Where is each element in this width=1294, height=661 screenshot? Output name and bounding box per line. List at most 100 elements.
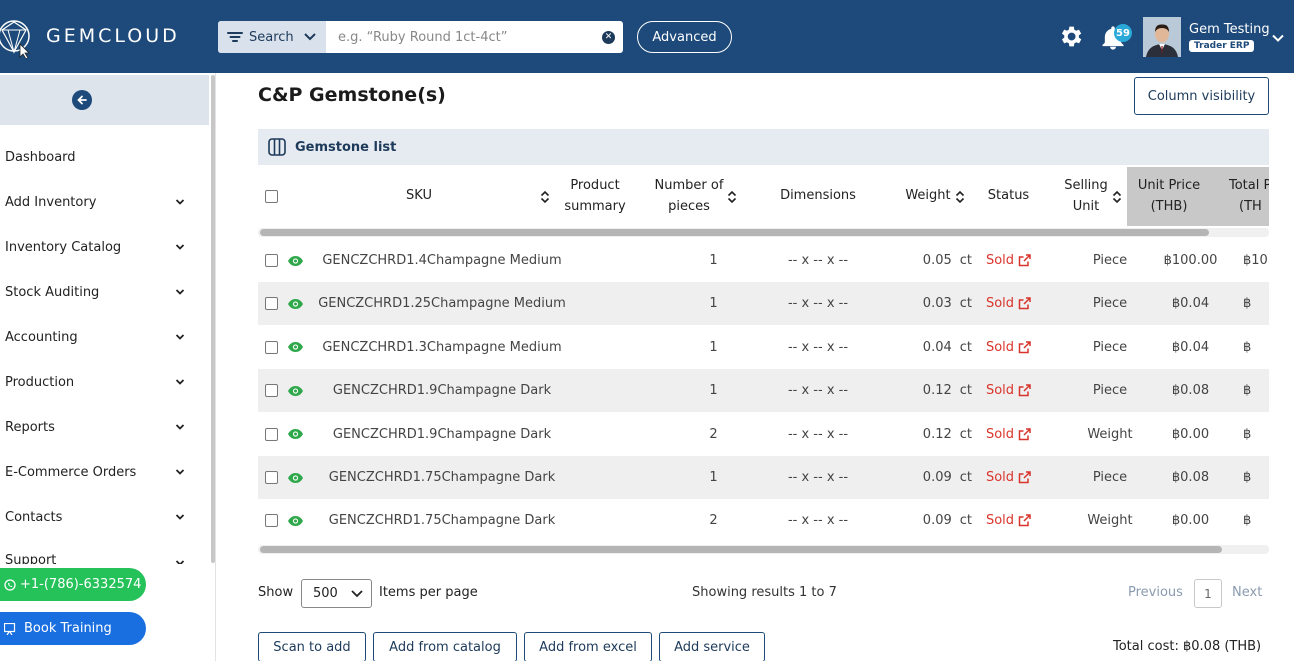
search-type-dropdown[interactable]: Search <box>218 21 326 53</box>
row-weight-unit: ct <box>959 339 972 355</box>
col-sku[interactable]: SKU <box>304 167 550 226</box>
sidebar-item-accounting[interactable]: Accounting <box>5 325 185 349</box>
row-checkbox[interactable] <box>265 384 278 398</box>
add-from-catalog-button[interactable]: Add from catalog <box>373 632 517 661</box>
row-checkbox[interactable] <box>265 471 278 484</box>
row-unit-price: ฿0.00 <box>1171 426 1210 442</box>
row-total-price: ฿ <box>1243 383 1252 399</box>
table-row[interactable]: GENCZCHRD1.75Champagne Dark 2 -- x -- x --… <box>258 499 1269 542</box>
col-dimensions[interactable]: Dimensions <box>763 167 873 226</box>
sidebar-header <box>0 75 209 125</box>
gear-icon[interactable] <box>1057 23 1084 50</box>
status-badge[interactable]: Sold <box>986 340 1031 355</box>
advanced-search-button[interactable]: Advanced <box>637 21 732 53</box>
col-unit-price[interactable]: Unit Price (THB) <box>1127 167 1211 226</box>
page-number-button[interactable]: 1 <box>1194 579 1222 608</box>
sidebar-item-add-inventory[interactable]: Add Inventory <box>5 190 185 214</box>
status-badge[interactable]: Sold <box>986 470 1031 485</box>
column-visibility-button[interactable]: Column visibility <box>1134 77 1269 115</box>
columns-icon[interactable] <box>268 138 286 156</box>
row-checkbox[interactable] <box>265 340 278 354</box>
add-from-excel-button[interactable]: Add from excel <box>524 632 652 661</box>
col-total-price[interactable]: Total P (TH <box>1211 167 1269 226</box>
sort-icon[interactable] <box>955 190 965 204</box>
col-selling-unit-line1: Selling <box>1064 178 1108 194</box>
col-pieces[interactable]: Number of pieces <box>646 167 746 226</box>
next-page-button[interactable]: Next <box>1232 585 1262 600</box>
sort-icon[interactable] <box>727 190 737 204</box>
row-checkbox[interactable] <box>265 427 278 441</box>
sort-icon[interactable] <box>1112 190 1122 204</box>
row-selling-unit: Weight <box>1087 426 1133 442</box>
sidebar-item-contacts[interactable]: Contacts <box>5 505 185 529</box>
eye-icon[interactable] <box>287 298 304 310</box>
clear-icon[interactable]: ✕ <box>602 30 615 44</box>
sidebar-item-inventory-catalog[interactable]: Inventory Catalog <box>5 235 185 259</box>
table-row[interactable]: GENCZCHRD1.25Champagne Medium 1 -- x -- x … <box>258 282 1269 326</box>
add-service-button[interactable]: Add service <box>659 632 765 661</box>
logo-text: GEMCLOUD <box>46 25 180 47</box>
col-dimensions-label: Dimensions <box>780 188 856 204</box>
chevron-down-icon[interactable] <box>1271 31 1285 45</box>
table-scrollbar-bottom[interactable] <box>260 546 1222 553</box>
back-arrow-icon[interactable] <box>72 90 92 110</box>
page-title: C&P Gemstone(s) <box>258 84 446 106</box>
book-training-button[interactable]: Book Training <box>0 612 146 645</box>
table-row[interactable]: GENCZCHRD1.9Champagne Dark 1 -- x -- x -- 0… <box>258 369 1269 413</box>
select-all-checkbox[interactable] <box>265 190 278 203</box>
gem-logo-icon <box>0 20 30 58</box>
scan-to-add-button[interactable]: Scan to add <box>258 632 366 661</box>
search-input[interactable] <box>326 22 602 52</box>
row-checkbox[interactable] <box>265 254 278 267</box>
status-label: Sold <box>985 426 1015 442</box>
table-scrollbar-top[interactable] <box>260 229 1209 236</box>
table-row[interactable]: GENCZCHRD1.4Champagne Medium 1 -- x -- x -… <box>258 239 1269 282</box>
logo[interactable]: GEMCLOUD <box>0 14 180 58</box>
status-badge[interactable]: Sold <box>986 427 1031 442</box>
sidebar-item-stock-auditing[interactable]: Stock Auditing <box>5 280 185 304</box>
status-label: Sold <box>985 470 1015 485</box>
eye-icon[interactable] <box>287 428 304 440</box>
row-select-cell <box>258 326 285 369</box>
whatsapp-button[interactable]: +1-(786)-6332574 <box>0 568 146 601</box>
sort-icon[interactable] <box>540 190 550 204</box>
row-checkbox[interactable] <box>265 514 278 528</box>
table-row[interactable]: GENCZCHRD1.3Champagne Medium 1 -- x -- x -… <box>258 326 1269 369</box>
col-weight[interactable]: Weight <box>898 167 972 226</box>
table-row[interactable]: GENCZCHRD1.75Champagne Dark 1 -- x -- x --… <box>258 456 1269 499</box>
sidebar-item-reports[interactable]: Reports <box>5 415 185 439</box>
col-product-summary[interactable]: Product summary <box>553 167 637 226</box>
eye-icon[interactable] <box>287 472 304 484</box>
row-selling-unit: Piece <box>1092 383 1128 399</box>
eye-icon[interactable] <box>287 341 304 353</box>
status-badge[interactable]: Sold <box>986 383 1031 398</box>
row-total-price: ฿ <box>1243 339 1252 355</box>
sidebar-scrollbar[interactable] <box>211 75 215 563</box>
table-row[interactable]: GENCZCHRD1.9Champagne Dark 2 -- x -- x -- 0… <box>258 413 1269 456</box>
row-status-cell: Sold <box>980 369 1037 412</box>
status-badge[interactable]: Sold <box>986 513 1031 528</box>
status-label: Sold <box>985 253 1015 268</box>
eye-icon[interactable] <box>287 515 304 527</box>
eye-icon[interactable] <box>287 385 304 397</box>
whatsapp-number: +1-(786)-6332574 <box>20 577 142 592</box>
sidebar-item-label: Stock Auditing <box>5 284 100 300</box>
sidebar-item-dashboard[interactable]: Dashboard <box>5 145 185 169</box>
sidebar-item-label: Inventory Catalog <box>5 239 122 255</box>
status-badge[interactable]: Sold <box>986 296 1031 311</box>
row-checkbox[interactable] <box>265 297 278 311</box>
row-total-price: ฿ <box>1243 513 1252 529</box>
row-weight: 0.12 <box>922 383 952 399</box>
sidebar-item-production[interactable]: Production <box>5 370 185 394</box>
per-page-select[interactable]: 500 <box>301 579 372 608</box>
eye-icon[interactable] <box>287 255 304 267</box>
status-badge[interactable]: Sold <box>986 253 1031 268</box>
user-name[interactable]: Gem Testing <box>1189 22 1270 37</box>
show-label: Show <box>258 585 294 600</box>
col-selling-unit[interactable]: Selling Unit <box>1058 167 1128 226</box>
avatar[interactable] <box>1143 17 1181 57</box>
sidebar-item-ecommerce-orders[interactable]: E-Commerce Orders <box>5 460 185 484</box>
sidebar-item-support[interactable]: Support <box>5 550 185 564</box>
col-status[interactable]: Status <box>980 167 1037 226</box>
previous-page-button[interactable]: Previous <box>1128 585 1183 600</box>
